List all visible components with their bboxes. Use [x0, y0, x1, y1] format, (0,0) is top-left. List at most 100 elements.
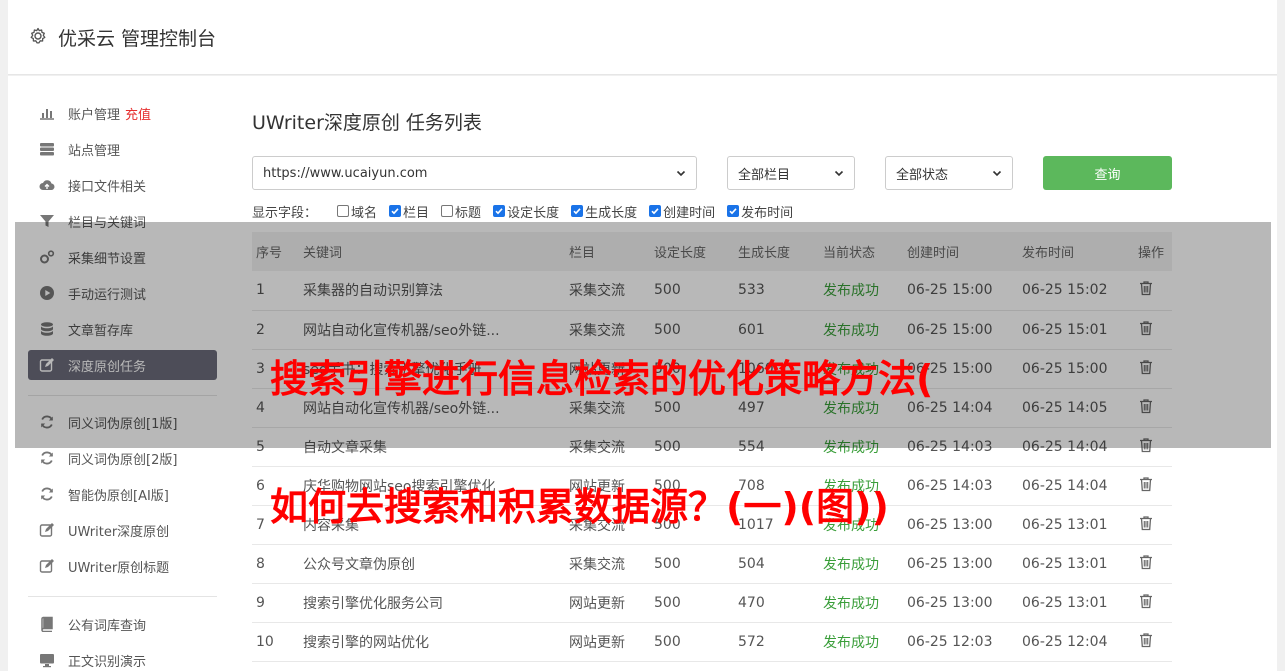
- sidebar-divider: [28, 596, 217, 597]
- table-cell: 发布成功: [823, 595, 879, 612]
- checkbox-label: 设定长度: [507, 205, 560, 221]
- field-checkbox-set-length[interactable]: 设定长度: [493, 202, 559, 221]
- table-cell: 504: [738, 555, 765, 572]
- table-cell: 搜索引擎的网站优化: [303, 634, 429, 651]
- checkbox-checked[interactable]: [727, 205, 740, 217]
- table-cell: 06-25 13:00: [907, 594, 993, 611]
- sidebar-item-label: UWriter深度原创: [68, 524, 170, 540]
- sidebar-item-label: 账户管理: [68, 107, 121, 123]
- table-cell: 06-25 13:00: [907, 516, 993, 533]
- display-fields: 显示字段： 域名 栏目 标题 设定长度 生成长度 创建时间 发布时间: [252, 202, 805, 221]
- checkbox-unchecked[interactable]: [441, 205, 454, 217]
- column-select-value: 全部栏目: [738, 167, 791, 183]
- table-row: 10 搜索引擎的网站优化 网站更新 500 572 发布成功 06-25 12:03 06-2…: [252, 622, 1172, 661]
- action-cell: [1134, 466, 1172, 505]
- action-cell: [1134, 505, 1172, 544]
- sidebar-item-uwriter-title[interactable]: UWriter原创标题: [28, 551, 217, 581]
- table-cell: 9: [256, 594, 265, 611]
- check-icon: [651, 208, 659, 215]
- table-cell: 470: [738, 594, 765, 611]
- table-row: 8 公众号文章伪原创 采集交流 500 504 发布成功 06-25 13:00 06-25 …: [252, 544, 1172, 583]
- table-cell: 06-25 13:00: [907, 555, 993, 572]
- sidebar-item-text-recognition[interactable]: 正文识别演示: [28, 645, 217, 671]
- column-select[interactable]: 全部栏目: [727, 156, 855, 190]
- field-checkbox-title[interactable]: 标题: [441, 202, 481, 221]
- table-cell: 06-25 13:01: [1022, 516, 1108, 533]
- checkbox-checked[interactable]: [493, 205, 506, 217]
- bar-chart-icon: [39, 105, 55, 121]
- field-checkbox-domain[interactable]: 域名: [337, 202, 377, 221]
- sidebar-item-account[interactable]: 账户管理 充值: [28, 98, 217, 128]
- field-checkbox-gen-length[interactable]: 生成长度: [571, 202, 637, 221]
- sidebar-item-label: UWriter原创标题: [68, 560, 170, 576]
- site-select[interactable]: https://www.ucaiyun.com: [252, 156, 697, 190]
- table-cell: 06-25 13:01: [1022, 555, 1108, 572]
- status-select-value: 全部状态: [896, 167, 949, 183]
- sidebar-item-api-files[interactable]: 接口文件相关: [28, 170, 217, 200]
- sidebar-item-label: 接口文件相关: [68, 179, 147, 195]
- checkbox-label: 域名: [351, 205, 378, 221]
- table-cell: 10: [256, 633, 274, 650]
- action-cell: [1134, 622, 1172, 661]
- check-icon: [495, 208, 503, 215]
- table-cell: 06-25 14:04: [1022, 477, 1108, 494]
- edit-icon: [39, 558, 55, 574]
- overlay-headline-line2: 如何去搜索和积累数据源？(一)(图)): [270, 485, 889, 529]
- sidebar-item-label: 公有词库查询: [68, 618, 147, 634]
- query-button[interactable]: 查询: [1043, 156, 1172, 190]
- refresh-icon: [39, 450, 55, 466]
- site-select-value: https://www.ucaiyun.com: [263, 165, 428, 181]
- edit-icon: [39, 522, 55, 538]
- checkbox-checked[interactable]: [649, 205, 662, 217]
- trash-icon[interactable]: [1138, 554, 1154, 570]
- checkbox-label: 创建时间: [663, 205, 716, 221]
- checkbox-label: 生成长度: [585, 205, 638, 221]
- refresh-icon: [39, 486, 55, 502]
- table-cell: 06-25 12:04: [1022, 633, 1108, 650]
- action-cell: [1134, 544, 1172, 583]
- field-checkbox-published[interactable]: 发布时间: [727, 202, 793, 221]
- page-title: UWriter深度原创 任务列表: [252, 112, 482, 134]
- display-fields-label: 显示字段：: [252, 205, 318, 221]
- sidebar-item-label: 同义词伪原创[2版]: [68, 452, 178, 468]
- table-cell: 发布成功: [823, 556, 879, 573]
- server-icon: [39, 141, 55, 157]
- sidebar-item-ai-rewrite[interactable]: 智能伪原创[AI版]: [28, 479, 217, 509]
- sidebar-item-public-dictionary[interactable]: 公有词库查询: [28, 609, 217, 639]
- table-cell: 06-25 13:01: [1022, 594, 1108, 611]
- table-cell: 500: [654, 633, 681, 650]
- check-icon: [391, 208, 399, 215]
- table-cell: 06-25 12:03: [907, 633, 993, 650]
- checkbox-checked[interactable]: [389, 205, 402, 217]
- field-checkbox-created[interactable]: 创建时间: [649, 202, 715, 221]
- checkbox-checked[interactable]: [571, 205, 584, 217]
- action-cell: [1134, 583, 1172, 622]
- status-select[interactable]: 全部状态: [885, 156, 1013, 190]
- sidebar-item-sites[interactable]: 站点管理: [28, 134, 217, 164]
- recharge-link[interactable]: 充值: [125, 104, 151, 123]
- table-cell: 572: [738, 633, 765, 650]
- field-checkbox-column[interactable]: 栏目: [389, 202, 429, 221]
- trash-icon[interactable]: [1138, 476, 1154, 492]
- checkbox-label: 标题: [455, 205, 482, 221]
- table-cell: 500: [654, 555, 681, 572]
- top-bar: 优采云 管理控制台: [8, 0, 1277, 75]
- cloud-upload-icon: [39, 177, 55, 193]
- overlay-band: [15, 222, 1271, 448]
- trash-icon[interactable]: [1138, 632, 1154, 648]
- trash-icon[interactable]: [1138, 515, 1154, 531]
- table-cell: 500: [654, 594, 681, 611]
- checkbox-label: 发布时间: [741, 205, 794, 221]
- monitor-icon: [39, 652, 55, 668]
- sidebar-item-uwriter-deep[interactable]: UWriter深度原创: [28, 515, 217, 545]
- checkbox-label: 栏目: [403, 205, 430, 221]
- checkbox-unchecked[interactable]: [337, 205, 350, 217]
- sidebar-item-label: 智能伪原创[AI版]: [68, 488, 169, 504]
- table-row: 9 搜索引擎优化服务公司 网站更新 500 470 发布成功 06-25 13:00 06-2…: [252, 583, 1172, 622]
- table-cell: 发布成功: [823, 634, 879, 651]
- chevron-down-icon: [834, 170, 844, 177]
- trash-icon[interactable]: [1138, 593, 1154, 609]
- sidebar-item-label: 正文识别演示: [68, 654, 147, 670]
- app-title: 优采云 管理控制台: [58, 28, 217, 50]
- table-cell: 网站更新: [569, 634, 625, 651]
